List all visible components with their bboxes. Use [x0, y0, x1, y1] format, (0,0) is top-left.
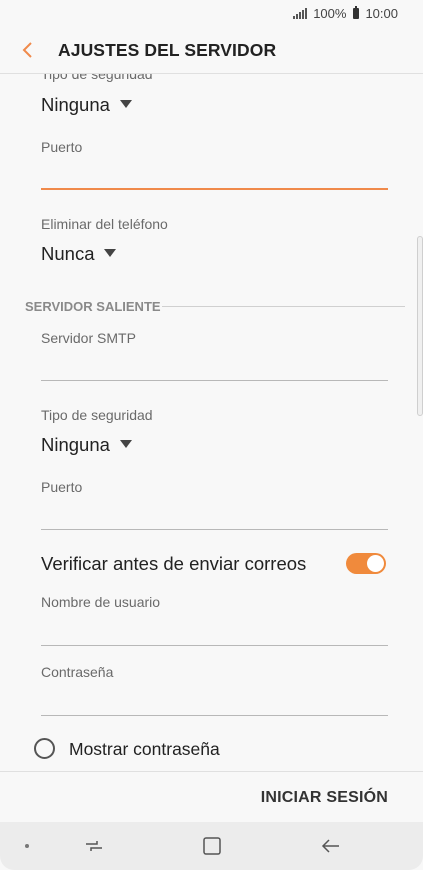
smtp-server-label: Servidor SMTP [41, 330, 136, 346]
outgoing-port-label: Puerto [41, 479, 83, 495]
delete-from-phone-label: Eliminar del teléfono [41, 216, 168, 232]
nav-indicator-dot [25, 844, 29, 848]
incoming-security-value: Ninguna [41, 94, 110, 115]
verify-before-send-toggle[interactable] [346, 553, 386, 574]
show-password-label[interactable]: Mostrar contraseña [69, 739, 220, 760]
incoming-security-label: Tipo de seguridad [41, 73, 153, 82]
status-indicators: 100% 10:00 [293, 6, 398, 21]
outgoing-port-underline [41, 529, 388, 530]
incoming-port-label: Puerto [41, 139, 83, 155]
password-label: Contraseña [41, 664, 114, 680]
smtp-server-underline [41, 380, 388, 381]
section-title-outgoing: SERVIDOR SALIENTE [25, 299, 161, 314]
password-underline [41, 715, 388, 716]
section-divider [162, 306, 405, 307]
dropdown-caret-icon [119, 100, 132, 108]
username-underline [41, 645, 388, 646]
bottom-action-bar: INICIAR SESIÓN [0, 771, 423, 823]
back-nav-icon[interactable] [320, 836, 342, 856]
outgoing-security-dropdown[interactable]: Ninguna [41, 434, 132, 456]
dropdown-caret-icon [104, 249, 117, 257]
signal-icon [293, 8, 308, 19]
navigation-bar [0, 822, 423, 870]
toggle-knob [367, 555, 384, 572]
scroll-handle[interactable] [417, 236, 423, 416]
status-bar: 100% 10:00 [0, 0, 423, 28]
show-password-checkbox[interactable] [34, 738, 55, 759]
page-title: AJUSTES DEL SERVIDOR [58, 40, 277, 60]
app-bar: AJUSTES DEL SERVIDOR [0, 28, 423, 74]
verify-before-send-label: Verificar antes de enviar correos [41, 553, 307, 574]
settings-form[interactable]: Tipo de seguridad Ninguna Puerto Elimina… [0, 73, 423, 771]
recent-apps-icon[interactable] [83, 836, 105, 856]
delete-from-phone-dropdown[interactable]: Nunca [41, 243, 117, 265]
battery-level: 100% [313, 6, 347, 21]
incoming-security-dropdown[interactable]: Ninguna [41, 94, 132, 116]
battery-icon [353, 6, 360, 19]
username-label: Nombre de usuario [41, 594, 161, 610]
clock: 10:00 [365, 6, 398, 21]
delete-from-phone-value: Nunca [41, 243, 95, 264]
sign-in-button[interactable]: INICIAR SESIÓN [261, 789, 388, 807]
incoming-port-underline [41, 188, 388, 190]
dropdown-caret-icon [119, 440, 132, 448]
outgoing-security-label: Tipo de seguridad [41, 407, 153, 423]
home-icon[interactable] [201, 836, 223, 856]
back-icon[interactable] [20, 41, 36, 59]
outgoing-security-value: Ninguna [41, 434, 110, 455]
